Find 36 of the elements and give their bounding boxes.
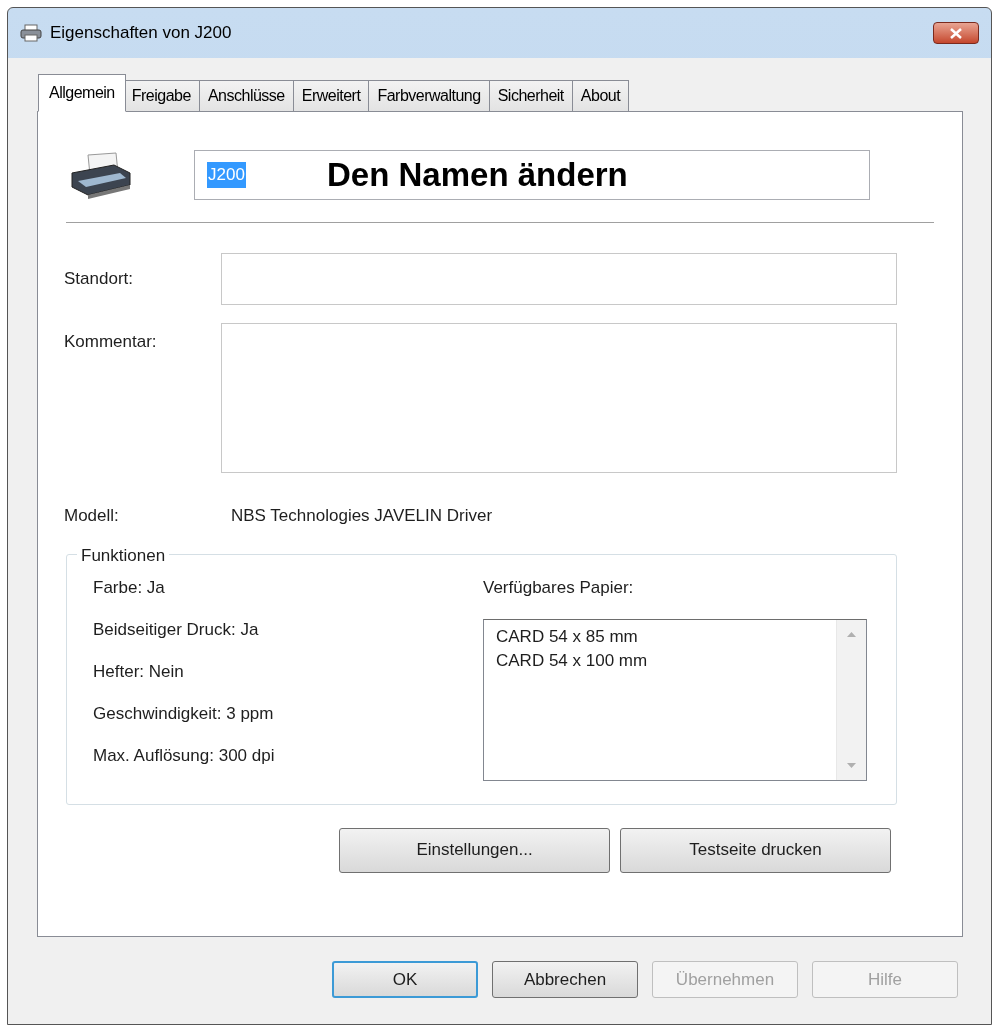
feature-text: Max. Auflösung: 300 dpi [93,744,276,767]
feature-text: Geschwindigkeit: 3 ppm [93,702,275,725]
list-item[interactable]: CARD 54 x 100 mm [496,649,836,673]
tab[interactable]: About [571,80,630,112]
comment-label: Kommentar: [64,331,158,353]
comment-field[interactable] [221,323,897,473]
tab[interactable]: Erweitert [292,80,370,112]
field-value: J200 [207,162,246,188]
button[interactable]: Testseite drucken [620,827,891,873]
close-button[interactable] [933,22,979,44]
location-label: Standort: [64,268,134,291]
feature-text: Beidseitiger Druck: Ja [93,618,260,641]
scroll-up-icon [847,632,856,637]
scroll-down-icon [847,763,856,768]
location-field[interactable] [221,253,897,305]
button[interactable]: OK [332,961,478,998]
printer-icon [20,24,42,42]
printer-icon [68,151,134,199]
paper-list[interactable]: CARD 54 x 85 mm CARD 54 x 100 mm [483,619,867,781]
tab[interactable]: Anschlüsse [198,80,294,112]
tab[interactable]: Farbverwaltung [368,80,490,112]
tab[interactable]: Sicherheit [488,80,573,112]
window-title: Eigenschaften von J200 [50,22,232,45]
close-icon [950,27,962,39]
model-value: NBS Technologies JAVELIN Driver [231,505,493,527]
scrollbar[interactable] [836,620,866,780]
feature-text: Farbe: Ja [93,576,166,599]
model-label: Modell: [64,505,120,527]
paper-label: Verfügbares Papier: [483,576,635,599]
tab[interactable]: Allgemein [38,74,126,112]
list-item[interactable]: CARD 54 x 85 mm [496,625,836,649]
annotation-text: Den Namen ändern [327,155,628,196]
printer-name-field[interactable]: J200 Den Namen ändern [194,150,870,200]
feature-text: Hefter: Nein [93,660,185,683]
button[interactable]: Abbrechen [492,961,638,998]
button[interactable]: Einstellungen... [339,827,610,873]
